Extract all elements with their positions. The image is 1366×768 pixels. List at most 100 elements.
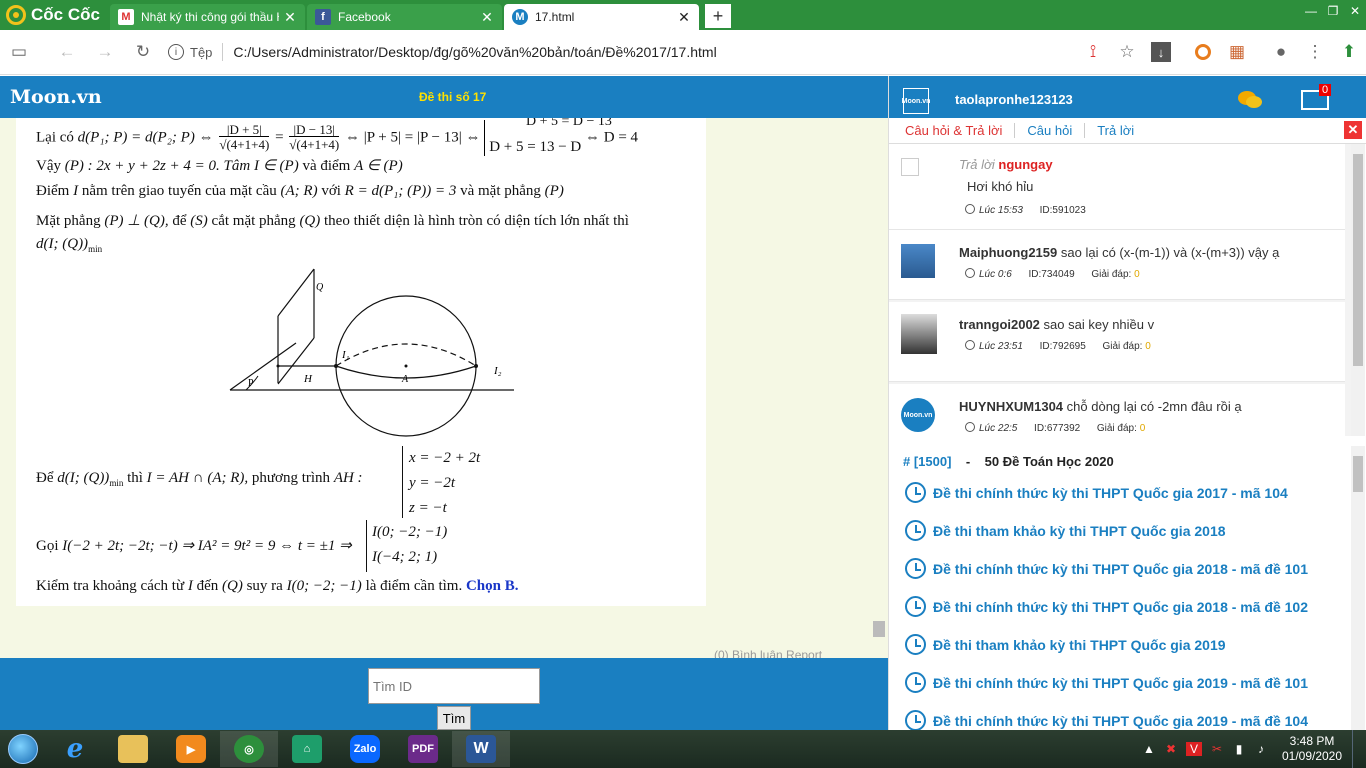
text: Gọi bbox=[36, 538, 59, 554]
exam-link[interactable]: Đề thi chính thức kỳ thi THPT Quốc gia 2… bbox=[905, 482, 1288, 503]
update-icon[interactable]: ⬆ bbox=[1332, 33, 1366, 71]
signal-icon[interactable]: ▮ bbox=[1228, 742, 1250, 756]
exam-link[interactable]: Đề thi chính thức kỳ thi THPT Quốc gia 2… bbox=[905, 672, 1308, 693]
equals: = bbox=[275, 129, 284, 146]
close-icon[interactable]: ✕ bbox=[480, 9, 494, 26]
math: (P) : 2x + y + 2z + 4 = 0. Tâm bbox=[64, 158, 251, 174]
menu-icon[interactable]: ⋮ bbox=[1298, 33, 1332, 71]
restore-icon[interactable]: ❐ bbox=[1322, 0, 1344, 22]
network-warning-icon[interactable]: ✖ bbox=[1160, 742, 1182, 756]
close-icon[interactable]: ✕ bbox=[677, 9, 691, 26]
minimize-icon[interactable]: — bbox=[1300, 0, 1322, 22]
exam-link[interactable]: Đề thi chính thức kỳ thi THPT Quốc gia 2… bbox=[905, 596, 1308, 617]
tab-facebook[interactable]: f Facebook ✕ bbox=[307, 4, 502, 30]
tool-icon[interactable]: ✂ bbox=[1206, 742, 1228, 756]
address-bar[interactable]: i Tệp C:/Users/Administrator/Desktop/đg/… bbox=[168, 35, 1068, 69]
coccoc-extension-icon[interactable] bbox=[1186, 33, 1220, 71]
browser-brand[interactable]: Cốc Cốc bbox=[0, 0, 110, 30]
explorer-icon bbox=[118, 735, 148, 763]
qa-meta: Lúc 0:6 ID:734049 Giải đáp: 0 bbox=[965, 268, 1140, 280]
vietkey-icon[interactable]: V bbox=[1186, 742, 1202, 756]
numerator: |D + 5| bbox=[219, 123, 270, 137]
volume-icon[interactable]: ♪ bbox=[1250, 742, 1272, 756]
math: (S) bbox=[190, 213, 208, 229]
tab-17-html[interactable]: M 17.html ✕ bbox=[504, 4, 699, 30]
search-id-input[interactable] bbox=[368, 668, 540, 704]
chat-icon[interactable] bbox=[1237, 90, 1263, 110]
taskbar-zalo[interactable]: Zalo bbox=[336, 731, 394, 767]
search-button[interactable]: Tìm bbox=[437, 706, 471, 730]
system-clock[interactable]: 3:48 PM 01/09/2020 bbox=[1272, 734, 1352, 764]
scrollbar-thumb[interactable] bbox=[1353, 154, 1363, 366]
text: Vậy bbox=[36, 158, 61, 174]
bookmark-star-icon[interactable]: ☆ bbox=[1110, 33, 1144, 71]
new-tab-button[interactable]: + bbox=[705, 4, 731, 28]
download-icon[interactable]: ↓ bbox=[1144, 33, 1178, 71]
math: A ∈ (P) bbox=[354, 158, 403, 174]
url-text[interactable]: C:/Users/Administrator/Desktop/đg/gõ%20v… bbox=[233, 44, 1068, 60]
equation: ⇔ |P + 5| = |P − 13| ⇔ bbox=[345, 129, 481, 146]
solution-line-8: Kiểm tra khoảng cách từ I đến (Q) suy ra… bbox=[36, 578, 518, 595]
text: Điểm bbox=[36, 183, 70, 199]
close-panel-button[interactable]: ✕ bbox=[1344, 121, 1362, 139]
list-item[interactable]: Trả lời ngungay Hơi khó hỉu Lúc 15:53 ID… bbox=[889, 144, 1345, 230]
exam-link[interactable]: Đề thi tham khảo kỳ thi THPT Quốc gia 20… bbox=[905, 520, 1226, 541]
clock-icon bbox=[905, 672, 926, 693]
close-window-icon[interactable]: ✕ bbox=[1344, 0, 1366, 22]
calendar-icon[interactable]: ▦ bbox=[1220, 33, 1254, 71]
text: Để bbox=[36, 470, 54, 486]
taskbar-pdf[interactable]: PDF bbox=[394, 731, 452, 767]
start-button[interactable] bbox=[0, 731, 46, 767]
qa-line: Trả lời ngungay bbox=[959, 157, 1053, 172]
fraction-1: |D + 5| √(4+1+4) bbox=[219, 123, 270, 153]
list-item[interactable]: Maiphuong2159 sao lại có (x-(m-1)) và (x… bbox=[889, 230, 1345, 300]
taskbar-ie[interactable]: e bbox=[46, 731, 104, 767]
tab-qa[interactable]: Câu hỏi & Trả lời bbox=[905, 123, 1016, 138]
taskbar-coccoc[interactable]: ◎ bbox=[220, 731, 278, 767]
profile-icon[interactable]: ● bbox=[1264, 33, 1298, 71]
qa-user[interactable]: tranngoi2002 bbox=[959, 317, 1040, 332]
exam-id[interactable]: # [1500] bbox=[903, 454, 951, 469]
translate-icon[interactable]: ⟟ bbox=[1076, 33, 1110, 71]
exam-link[interactable]: Đề thi chính thức kỳ thi THPT Quốc gia 2… bbox=[905, 558, 1308, 579]
clock-icon bbox=[965, 268, 975, 278]
solution-cases: I(0; −2; −1) I(−4; 2; 1) bbox=[366, 520, 447, 572]
list-item[interactable]: tranngoi2002 sao sai key nhiều v Lúc 23:… bbox=[889, 302, 1345, 382]
site-logo[interactable]: Moon.vn bbox=[10, 86, 102, 108]
text: thì bbox=[127, 470, 143, 486]
sphere-equator-back bbox=[335, 343, 477, 367]
site-info[interactable]: i Tệp bbox=[168, 44, 212, 60]
math: I bbox=[73, 183, 79, 199]
taskbar-media[interactable]: ▶ bbox=[162, 731, 220, 767]
back-icon[interactable]: ← bbox=[48, 33, 86, 71]
forward-icon[interactable]: → bbox=[86, 33, 124, 71]
tab-answers[interactable]: Trả lời bbox=[1097, 123, 1146, 138]
gmail-icon: M bbox=[118, 9, 134, 25]
sidebar-toggle-icon[interactable]: ▭ bbox=[0, 33, 38, 71]
reload-icon[interactable]: ↻ bbox=[124, 33, 162, 71]
qa-text: sao lại có (x-(m-1)) và (x-(m+3)) vậy ạ bbox=[1060, 245, 1280, 260]
taskbar-app[interactable]: ⌂ bbox=[278, 731, 336, 767]
close-icon[interactable]: ✕ bbox=[283, 9, 297, 26]
user-avatar[interactable]: Moon.vn bbox=[902, 88, 930, 114]
exam-scrollbar[interactable] bbox=[1351, 446, 1365, 730]
list-item[interactable]: Moon.vn HUYNHXUM1304 chỗ dòng lại có -2m… bbox=[889, 384, 1345, 436]
tray-expand-icon[interactable]: ▲ bbox=[1138, 742, 1160, 756]
tab-questions[interactable]: Câu hỏi bbox=[1027, 123, 1086, 138]
tab-gmail[interactable]: M Nhật ký thi công gói thầu Ho ✕ bbox=[110, 4, 305, 30]
username[interactable]: taolapronhe123123 bbox=[955, 92, 1073, 107]
qa-user[interactable]: ngungay bbox=[998, 157, 1052, 172]
scrollbar-thumb[interactable] bbox=[1353, 456, 1363, 492]
text: Kiểm tra khoảng cách từ bbox=[36, 578, 185, 594]
equation-x: x = −2 + 2t bbox=[409, 450, 481, 466]
exam-link[interactable]: Đề thi tham khảo kỳ thi THPT Quốc gia 20… bbox=[905, 634, 1226, 655]
exam-link[interactable]: Đề thi chính thức kỳ thi THPT Quốc gia 2… bbox=[905, 710, 1308, 730]
qa-meta: Lúc 22:5 ID:677392 Giải đáp: 0 bbox=[965, 422, 1145, 434]
scrollbar-thumb[interactable] bbox=[873, 621, 885, 637]
qa-user[interactable]: HUYNHXUM1304 bbox=[959, 399, 1063, 414]
qa-scrollbar[interactable] bbox=[1351, 144, 1365, 436]
taskbar-explorer[interactable] bbox=[104, 731, 162, 767]
taskbar-word[interactable]: W bbox=[452, 731, 510, 767]
show-desktop-button[interactable] bbox=[1352, 730, 1366, 768]
qa-user[interactable]: Maiphuong2159 bbox=[959, 245, 1057, 260]
